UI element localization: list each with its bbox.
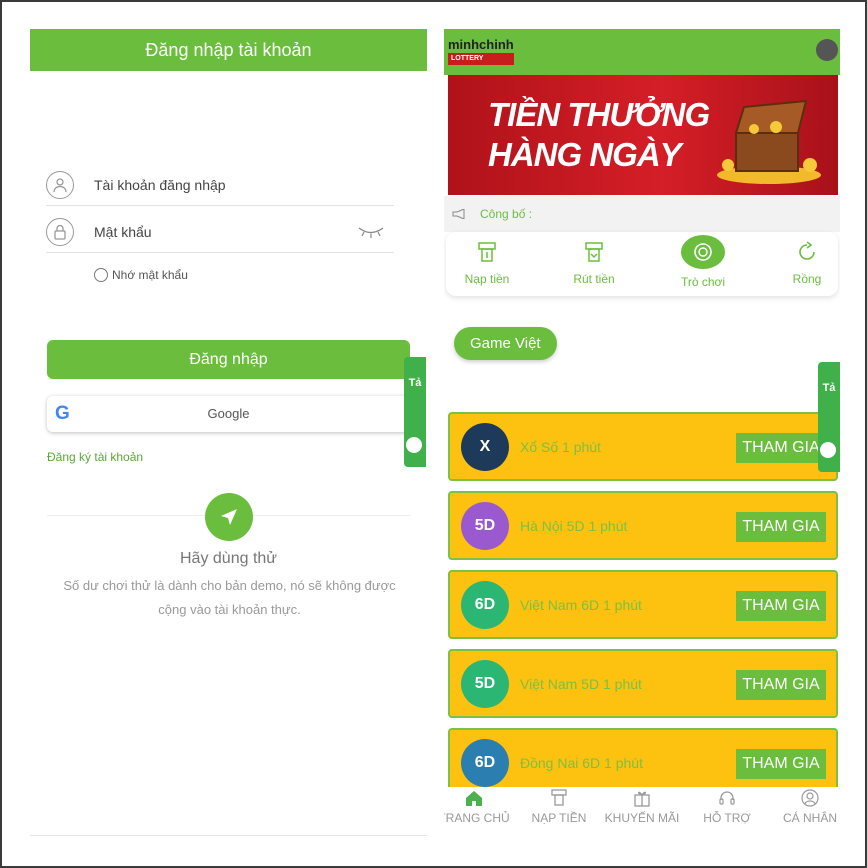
game-icon: 5D xyxy=(461,660,509,708)
remember-radio[interactable] xyxy=(94,268,108,282)
nav-profile[interactable]: CÁ NHÂN xyxy=(770,789,840,825)
side-tab-label: Tả xyxy=(822,382,836,394)
bottom-nav: TRANG CHỦ NẠP TIỀN KHUYẾN MÃI HỖ TRỢ CÁ … xyxy=(444,787,840,829)
quick-dragon[interactable]: Rồng xyxy=(762,238,840,286)
join-button[interactable]: THAM GIA xyxy=(736,749,826,779)
game-card[interactable]: 5D Hà Nội 5D 1 phút THAM GIA xyxy=(448,491,838,560)
password-field[interactable]: Mật khẩu xyxy=(46,216,394,253)
promo-banner[interactable]: TIỀN THƯỞNG HÀNG NGÀY xyxy=(448,75,838,195)
banner-line-2: HÀNG NGÀY xyxy=(488,136,682,173)
logo-sub: LOTTERY xyxy=(448,53,514,65)
nav-label: TRANG CHỦ xyxy=(444,811,510,825)
try-description: Số dư chơi thử là dành cho bản demo, nó … xyxy=(63,578,396,617)
app-header: minhchinh LOTTERY xyxy=(444,29,840,75)
nav-label: NẠP TIỀN xyxy=(531,811,587,825)
game-icon: 5D xyxy=(461,502,509,550)
nav-home[interactable]: TRANG CHỦ xyxy=(444,789,514,825)
quick-label: Rồng xyxy=(792,272,822,286)
join-button[interactable]: THAM GIA xyxy=(736,512,826,542)
quick-actions: Nạp tiền Rút tiền Trò chơi Rồng xyxy=(446,232,838,296)
banner-line-1: TIỀN THƯỞNG xyxy=(488,96,710,133)
atm-withdraw-icon xyxy=(579,238,609,266)
divider xyxy=(30,835,427,836)
coin-icon xyxy=(681,235,725,269)
game-icon: 6D xyxy=(461,739,509,787)
game-icon: 6D xyxy=(461,581,509,629)
game-name: Xổ Số 1 phút xyxy=(520,439,601,455)
logo[interactable]: minhchinh LOTTERY xyxy=(448,37,514,65)
login-button[interactable]: Đăng nhập xyxy=(47,340,410,379)
side-tab-label: Tả xyxy=(408,377,422,389)
announcement-label: Công bố : xyxy=(480,207,533,221)
game-card[interactable]: X Xổ Số 1 phút THAM GIA xyxy=(448,412,838,481)
atm-deposit-icon xyxy=(472,238,502,266)
password-label: Mật khẩu xyxy=(94,224,152,240)
remember-password[interactable]: Nhớ mật khẩu xyxy=(94,268,188,282)
game-name: Việt Nam 6D 1 phút xyxy=(520,597,642,613)
app-panel: minhchinh LOTTERY TIỀN THƯỞNG HÀNG NGÀY … xyxy=(444,29,840,829)
login-header: Đăng nhập tài khoản xyxy=(30,29,427,71)
quick-label: Rút tiền xyxy=(573,272,615,286)
category-chip[interactable]: Game Việt xyxy=(454,327,557,360)
screenshot-frame: Đăng nhập tài khoản Tài khoản đăng nhập … xyxy=(0,0,867,868)
banner-text: TIỀN THƯỞNG HÀNG NGÀY xyxy=(488,95,710,175)
nav-promotions[interactable]: KHUYẾN MÃI xyxy=(602,789,682,825)
logo-main: minhchinh xyxy=(448,37,514,52)
join-button[interactable]: THAM GIA xyxy=(736,670,826,700)
gift-icon xyxy=(632,789,652,807)
quick-withdraw[interactable]: Rút tiền xyxy=(549,238,639,286)
game-card[interactable]: 6D Việt Nam 6D 1 phút THAM GIA xyxy=(448,570,838,639)
game-name: Đồng Nai 6D 1 phút xyxy=(520,755,643,771)
remember-label: Nhớ mật khẩu xyxy=(112,268,188,282)
atm-icon xyxy=(549,789,569,807)
lock-icon xyxy=(46,218,74,246)
google-login-button[interactable]: G Google xyxy=(47,396,410,432)
game-card[interactable]: 5D Việt Nam 5D 1 phút THAM GIA xyxy=(448,649,838,718)
user-icon xyxy=(800,789,820,807)
game-icon: X xyxy=(461,423,509,471)
join-button[interactable]: THAM GIA xyxy=(736,591,826,621)
headset-icon xyxy=(717,789,737,807)
quick-label: Trò chơi xyxy=(680,275,726,289)
nav-label: HỖ TRỢ xyxy=(703,811,751,825)
login-panel: Đăng nhập tài khoản Tài khoản đăng nhập … xyxy=(30,29,427,841)
quick-games[interactable]: Trò chơi xyxy=(658,235,748,289)
user-icon xyxy=(46,171,74,199)
megaphone-icon xyxy=(452,209,465,219)
home-icon xyxy=(464,789,484,807)
game-name: Hà Nội 5D 1 phút xyxy=(520,518,628,534)
side-tab-right[interactable]: Tả xyxy=(818,362,840,472)
side-tab-knob xyxy=(406,437,422,453)
announcement-bar: Công bố : xyxy=(444,196,840,232)
avatar-icon[interactable] xyxy=(816,39,838,61)
nav-deposit[interactable]: NẠP TIỀN xyxy=(519,789,599,825)
side-tab-left[interactable]: Tả xyxy=(404,357,426,467)
username-label: Tài khoản đăng nhập xyxy=(94,177,226,193)
nav-label: CÁ NHÂN xyxy=(782,811,837,825)
nav-label: KHUYẾN MÃI xyxy=(604,811,680,825)
register-link[interactable]: Đăng ký tài khoản xyxy=(47,450,143,464)
nav-support[interactable]: HỖ TRỢ xyxy=(687,789,767,825)
try-title: Hãy dùng thử xyxy=(180,550,277,567)
refresh-icon xyxy=(792,238,822,266)
quick-deposit[interactable]: Nạp tiền xyxy=(444,238,532,286)
quick-label: Nạp tiền xyxy=(464,272,510,286)
eye-closed-icon[interactable] xyxy=(358,225,384,239)
treasure-chest-icon xyxy=(717,99,821,184)
game-name: Việt Nam 5D 1 phút xyxy=(520,676,642,692)
username-field[interactable]: Tài khoản đăng nhập xyxy=(46,169,394,206)
side-tab-knob xyxy=(820,442,836,458)
navigation-arrow-icon[interactable] xyxy=(205,493,253,541)
join-button[interactable]: THAM GIA xyxy=(736,433,826,463)
google-label: Google xyxy=(207,406,250,421)
